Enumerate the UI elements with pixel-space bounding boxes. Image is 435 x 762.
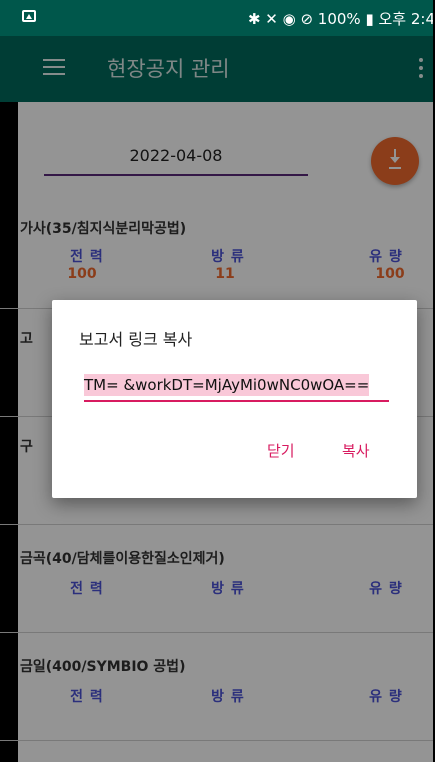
link-field[interactable]: TM= &workDT=MjAyMi0wNC0wOA== xyxy=(84,374,389,402)
copy-link-dialog: 보고서 링크 복사 TM= &workDT=MjAyMi0wNC0wOA== 닫… xyxy=(52,300,417,498)
status-icons: ✱ ✕ ◉ ⊘ 100% ▮ 오후 2:4 xyxy=(247,9,435,28)
dialog-title: 보고서 링크 복사 xyxy=(79,330,193,349)
close-button[interactable]: 닫기 xyxy=(267,440,295,461)
link-field-value: TM= &workDT=MjAyMi0wNC0wOA== xyxy=(84,374,370,396)
status-bar: ✱ ✕ ◉ ⊘ 100% ▮ 오후 2:4 xyxy=(0,0,435,36)
link-field-underline xyxy=(84,400,389,402)
gallery-icon xyxy=(22,10,36,22)
copy-button[interactable]: 복사 xyxy=(342,440,370,461)
app-screen: ✱ ✕ ◉ ⊘ 100% ▮ 오후 2:4 현장공지 관리 2022-04-08… xyxy=(0,0,435,762)
